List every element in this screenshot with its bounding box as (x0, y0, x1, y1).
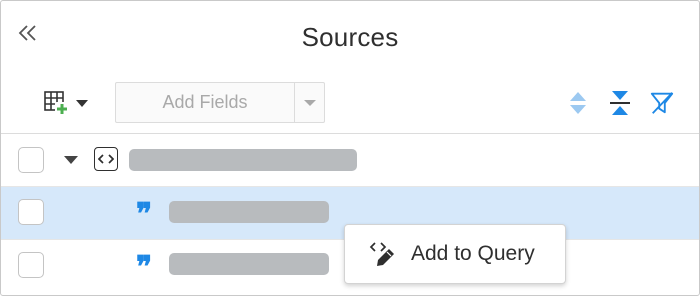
chevron-down-icon (76, 100, 88, 107)
add-fields-caret[interactable] (294, 83, 324, 122)
redacted-field-name (169, 201, 329, 223)
row-checkbox[interactable] (18, 147, 44, 173)
add-fields-dropdown[interactable]: Add Fields (115, 82, 325, 123)
code-pencil-icon (369, 242, 394, 266)
table-add-icon (44, 91, 69, 116)
add-to-query-button[interactable]: Add to Query (344, 224, 566, 284)
panel-title: Sources (301, 22, 399, 52)
expand-arrow-icon[interactable] (63, 155, 79, 165)
redacted-field-name (129, 149, 357, 171)
sort-button[interactable] (565, 87, 591, 119)
sources-panel: Sources Add Fields ❞ ❞ Add to Query (0, 0, 700, 296)
quote-icon: ❞ (136, 250, 153, 285)
add-fields-label: Add Fields (162, 92, 248, 112)
add-to-query-label: Add to Query (411, 242, 535, 265)
code-icon (94, 147, 118, 171)
row-checkbox[interactable] (18, 252, 44, 278)
tree-row-code[interactable] (1, 134, 699, 186)
filter-off-icon (650, 92, 674, 114)
redacted-field-name (169, 253, 329, 275)
chevron-down-icon (303, 99, 316, 106)
row-checkbox[interactable] (18, 199, 44, 225)
collapse-all-icon (610, 91, 630, 115)
toolbar-actions (565, 87, 675, 119)
quote-icon: ❞ (136, 197, 153, 232)
collapse-all-button[interactable] (607, 87, 633, 119)
table-add-dropdown[interactable] (43, 89, 95, 117)
sort-icon (570, 92, 586, 114)
filter-off-button[interactable] (649, 87, 675, 119)
